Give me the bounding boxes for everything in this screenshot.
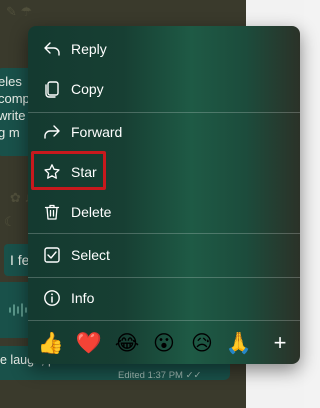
menu-item-label: Reply [71,41,107,57]
reaction-joy[interactable]: 😂 [114,330,140,356]
menu-divider [28,233,300,234]
wallpaper-doodle: ☾ [4,214,16,229]
menu-item-copy[interactable]: Copy [38,73,290,105]
menu-divider [28,277,300,278]
menu-item-star[interactable]: Star [38,156,290,188]
reaction-bar: 👍 ❤️ 😂 😮 😥 🙏 + [28,324,300,364]
menu-item-label: Select [71,247,110,263]
info-icon [42,288,62,308]
message-text: I fe [10,252,30,268]
reaction-thumbs-up[interactable]: 👍 [38,330,64,356]
reaction-heart[interactable]: ❤️ [76,330,102,356]
menu-item-label: Copy [71,81,104,97]
menu-item-info[interactable]: Info [38,282,290,314]
more-reactions-button[interactable]: + [268,330,292,356]
message-timestamp: Edited 1:37 PM ✓✓ [118,370,202,380]
trash-icon [42,202,62,222]
menu-item-forward[interactable]: Forward [38,116,290,148]
menu-item-reply[interactable]: Reply [38,33,290,65]
copy-icon [42,79,62,99]
message-context-menu: Reply Copy Forward Star Delete Select In… [28,26,300,364]
menu-divider [28,320,300,321]
wallpaper-doodle: ✎ ☂ [6,4,33,19]
menu-divider [28,112,300,113]
forward-icon [42,122,62,142]
menu-item-label: Star [71,164,97,180]
menu-item-select[interactable]: Select [38,239,290,271]
checkbox-icon [42,245,62,265]
menu-item-label: Info [71,290,95,306]
reply-icon [42,39,62,59]
reaction-sad[interactable]: 😥 [189,330,215,356]
menu-item-label: Delete [71,204,112,220]
reaction-surprised[interactable]: 😮 [151,330,177,356]
star-icon [42,162,62,182]
reaction-pray[interactable]: 🙏 [226,330,252,356]
menu-item-delete[interactable]: Delete [38,196,290,228]
menu-item-label: Forward [71,124,123,140]
